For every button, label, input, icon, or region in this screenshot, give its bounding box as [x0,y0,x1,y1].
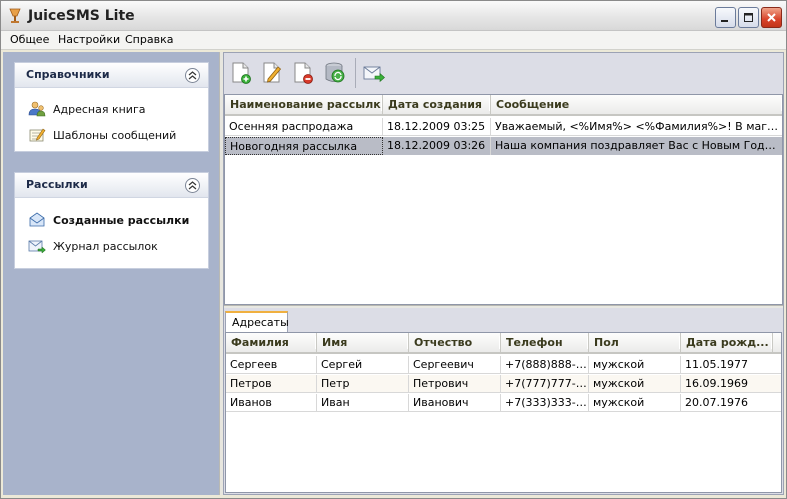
nav-group-title: Рассылки [26,178,88,191]
nav-group-header[interactable]: Рассылки [15,173,208,198]
tab-recipients[interactable]: Адресаты [225,311,289,332]
menu-settings[interactable]: Настройки [58,33,120,46]
close-icon [767,13,776,22]
maximize-icon [744,13,753,22]
send-mailing-button[interactable] [361,60,387,86]
column-header[interactable]: Дата рожд... [681,333,773,352]
table-cell: +7(777)777-77... [501,375,589,393]
toolbar-separator [355,58,356,88]
content-pane: Наименование рассылки Дата создания Сооб… [223,52,784,495]
menu-help[interactable]: Справка [125,33,173,46]
table-cell: Сергеевич [409,356,501,374]
nav-item-mailing-log[interactable]: Журнал рассылок [28,237,158,255]
nav-item-label: Шаблоны сообщений [53,128,177,142]
table-cell: 18.12.2009 03:26 [383,137,491,155]
column-header[interactable]: Фамилия [226,333,317,352]
maximize-button[interactable] [738,7,759,28]
table-cell: 11.05.1977 [685,358,748,371]
table-cell: 18.12.2009 03:25 [383,118,491,136]
table-cell: Иван [317,394,409,412]
minimize-icon [721,20,728,22]
minimize-button[interactable] [715,7,736,28]
nav-group-mailings: Рассылки Созданные рассылки Журнал рассы… [14,172,209,269]
table-cell: Иванов [226,394,317,412]
column-header[interactable]: Пол [589,333,681,352]
delete-mailing-button[interactable] [290,60,316,86]
nav-group-title: Справочники [26,68,110,81]
delete-document-icon [294,62,313,84]
table-cell: +7(333)333-33... [501,394,589,412]
table-row[interactable]: Осенняя распродажа 18.12.2009 03:25 Уваж… [225,118,782,136]
table-cell: Сергей [317,356,409,374]
navigation-pane: Справочники Адресная книга Шаблоны сообщ… [3,52,219,495]
message-templates-icon [29,128,46,142]
table-row[interactable]: Сергеев Сергей Сергеевич +7(888)888-88..… [226,356,781,374]
title-bar[interactable]: JuiceSMS Lite [1,1,786,31]
recipients-grid: Фамилия Имя Отчество Телефон Пол Дата ро… [225,332,782,493]
column-header[interactable]: Отчество [409,333,501,352]
edit-mailing-button[interactable] [259,60,285,86]
table-cell: Петров [226,375,317,393]
nav-item-label: Созданные рассылки [53,213,190,227]
app-logo-icon [9,8,21,23]
column-header[interactable]: Сообщение [491,95,782,114]
refresh-button[interactable] [322,60,348,86]
nav-group-header[interactable]: Справочники [15,63,208,88]
created-mailings-icon [29,212,45,227]
nav-group-directories: Справочники Адресная книга Шаблоны сообщ… [14,62,209,152]
table-cell: Петрович [409,375,501,393]
send-mail-icon [363,66,385,83]
recipients-grid-header: Фамилия Имя Отчество Телефон Пол Дата ро… [226,333,781,354]
nav-item-label: Журнал рассылок [53,239,158,253]
nav-item-address-book[interactable]: Адресная книга [28,100,145,118]
new-mailing-button[interactable] [228,60,254,86]
column-header[interactable]: Имя [317,333,409,352]
table-cell: Сергеев [226,356,317,374]
table-cell: Петр [317,375,409,393]
nav-item-created-mailings[interactable]: Созданные рассылки [28,211,189,229]
app-window: JuiceSMS Lite Общее Настройки Справка Сп… [0,0,787,499]
horizontal-splitter[interactable] [224,305,783,308]
collapse-button[interactable] [185,178,200,193]
table-row[interactable]: Иванов Иван Иванович +7(333)333-33... му… [226,394,781,412]
table-cell: Наша компания поздравляет Вас с Новым Го… [491,137,782,155]
column-header[interactable]: Телефон [501,333,589,352]
table-row-selected[interactable]: Новогодняя рассылка 18.12.2009 03:26 Наш… [225,137,782,155]
table-cell: +7(888)888-88... [501,356,589,374]
table-cell: 16.09.1969 [685,377,748,390]
nav-item-message-templates[interactable]: Шаблоны сообщений [28,126,176,144]
new-document-icon [232,62,251,84]
table-row[interactable]: Петров Петр Петрович +7(777)777-77... му… [226,375,781,393]
address-book-icon [28,101,46,117]
toolbar [224,53,783,93]
window-title: JuiceSMS Lite [28,8,135,24]
column-header[interactable]: Дата создания [383,95,491,114]
table-cell: мужской [589,394,681,412]
chevron-up-icon [188,71,197,80]
table-cell: Осенняя распродажа [225,118,383,136]
nav-item-label: Адресная книга [53,102,146,116]
edit-document-icon [263,62,282,83]
refresh-database-icon [325,62,345,83]
close-button[interactable] [761,7,782,28]
table-cell: 20.07.1976 [685,396,748,409]
table-cell: мужской [589,356,681,374]
mailings-grid: Наименование рассылки Дата создания Сооб… [224,94,783,305]
menu-bar: Общее Настройки Справка [1,31,786,50]
collapse-button[interactable] [185,68,200,83]
chevron-up-icon [188,181,197,190]
table-cell: мужской [589,375,681,393]
mailings-grid-header: Наименование рассылки Дата создания Сооб… [225,95,782,116]
table-cell: Иванович [409,394,501,412]
table-cell: Новогодняя рассылка [225,137,383,155]
table-cell: Уважаемый, <%Имя%> <%Фамилия%>! В магази… [495,120,782,133]
menu-general[interactable]: Общее [10,33,49,46]
column-header[interactable]: Наименование рассылки [225,95,383,114]
mailing-log-icon [28,240,46,254]
